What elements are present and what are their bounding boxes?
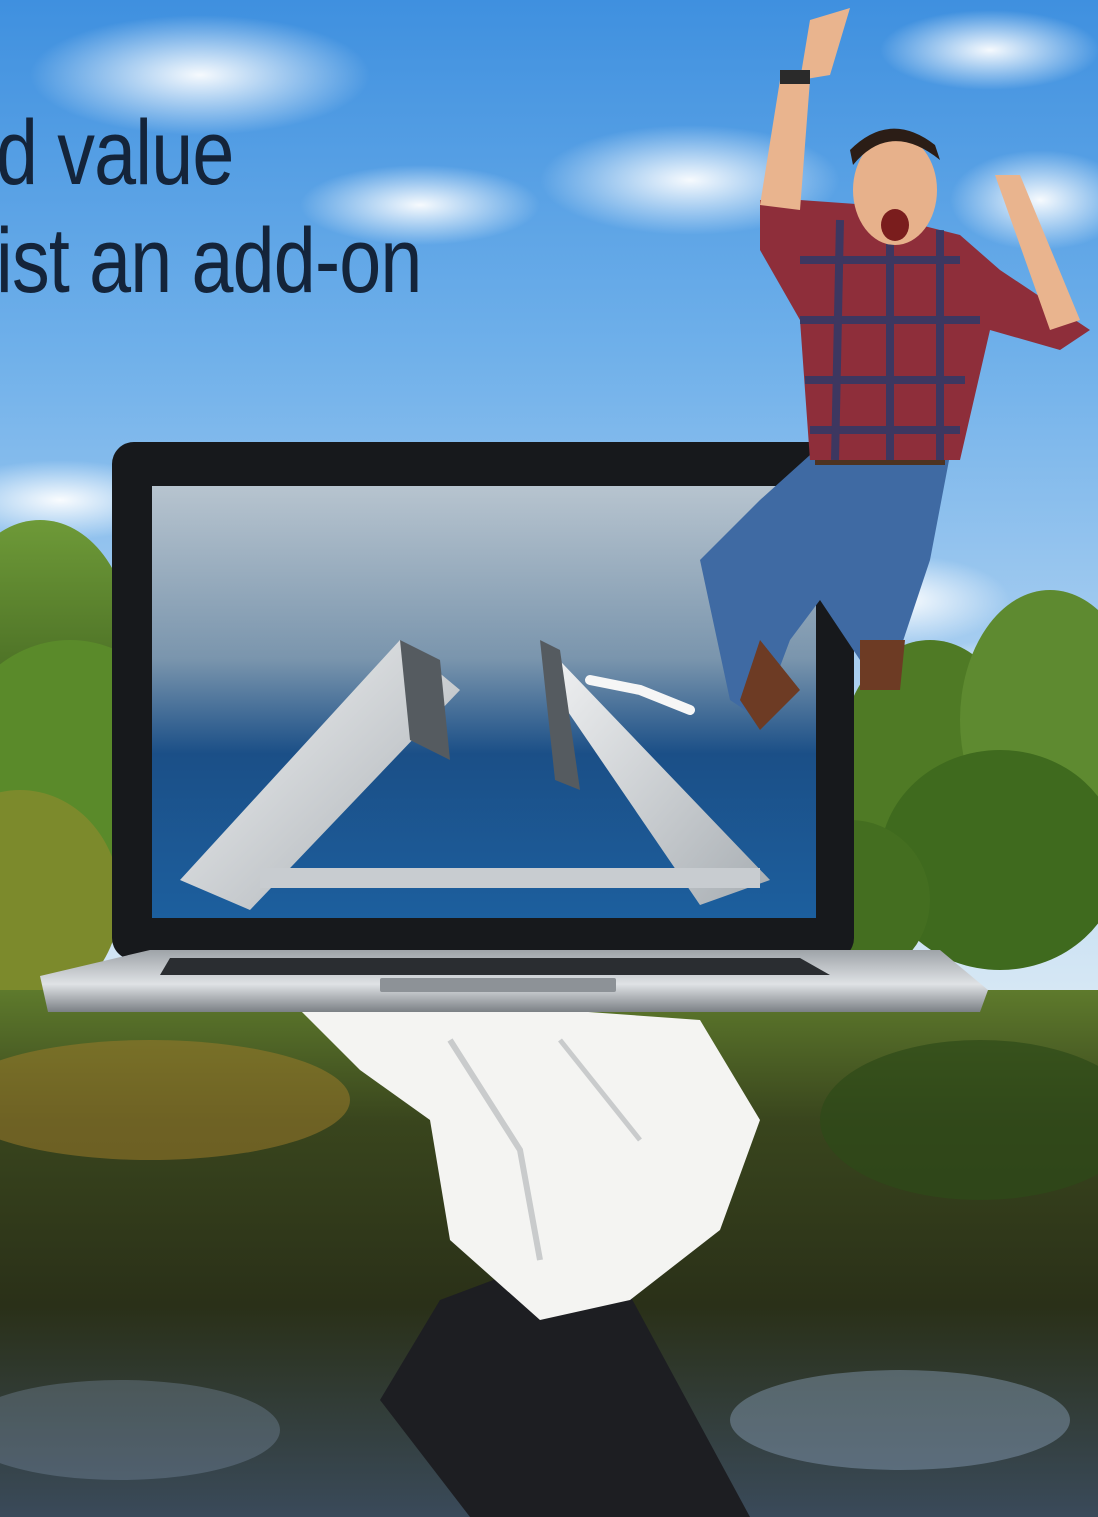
advertisement-scene: d value ist an add-on [0, 0, 1098, 1517]
trackpad [380, 978, 616, 992]
keyboard [160, 958, 830, 975]
headline-line-2: ist an add-on [0, 209, 422, 312]
headline: d value ist an add-on [0, 100, 422, 315]
headline-line-1: d value [0, 102, 234, 204]
